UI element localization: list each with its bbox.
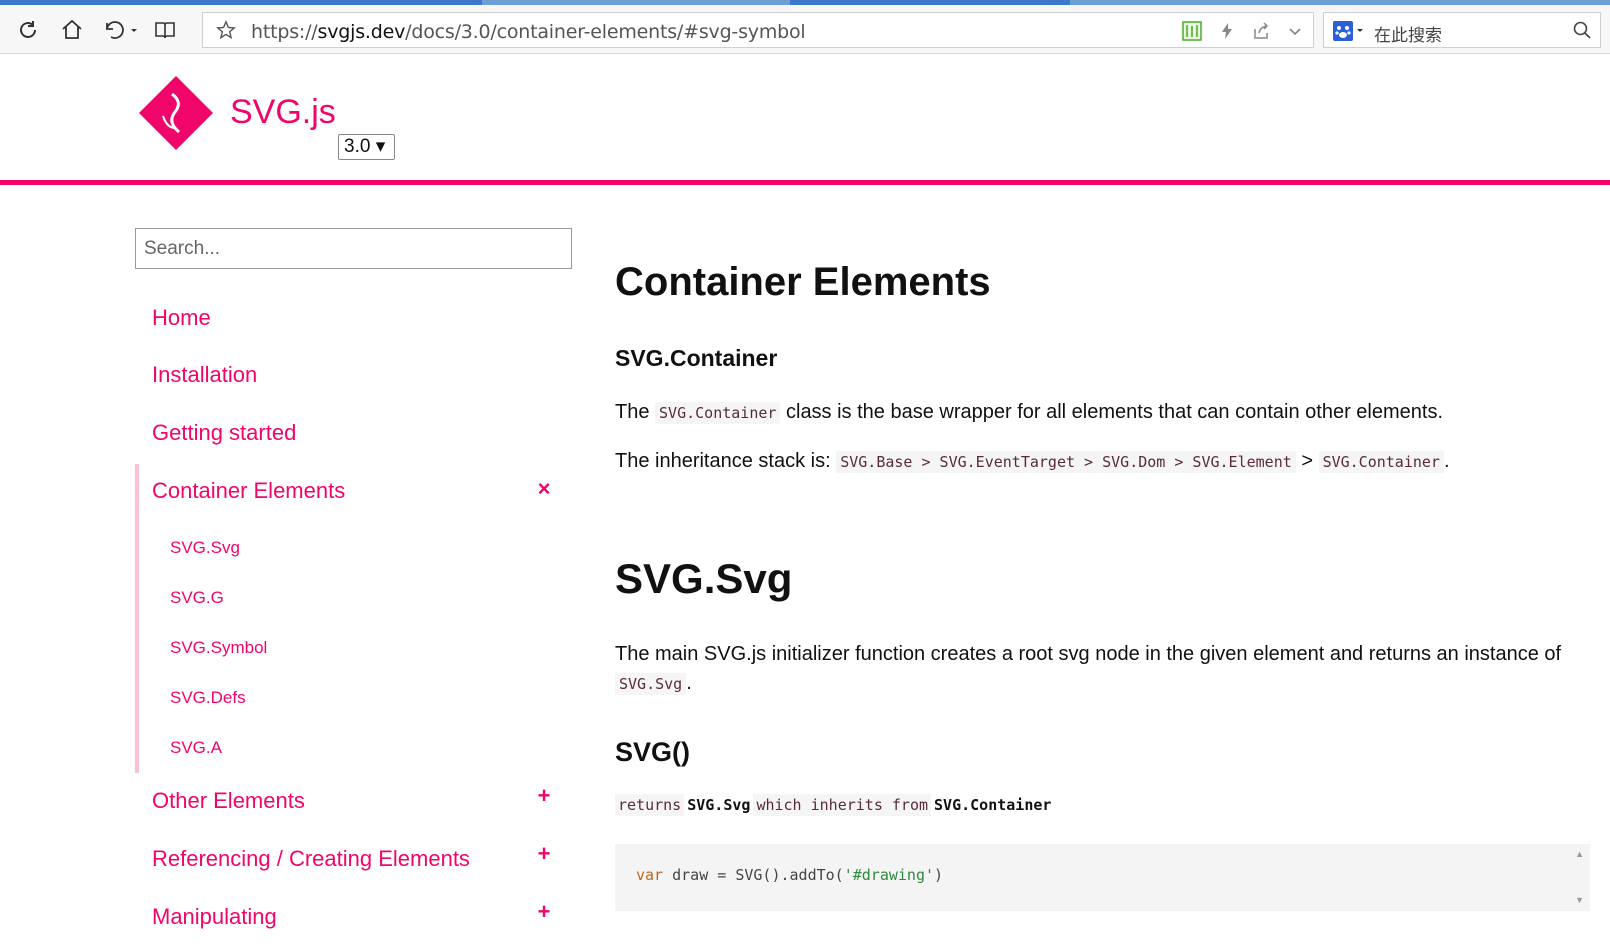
refresh-icon[interactable] <box>15 17 41 43</box>
collapse-close-icon[interactable]: × <box>534 478 554 500</box>
active-section-indicator <box>135 464 139 773</box>
paragraph-container-description: The SVG.Container class is the base wrap… <box>615 401 1444 424</box>
flash-icon[interactable] <box>1217 21 1237 46</box>
svgjs-logo-icon[interactable] <box>139 76 213 150</box>
sidebar-item-referencing-creating[interactable]: Referencing / Creating Elements <box>152 846 470 872</box>
expand-plus-icon[interactable]: + <box>534 843 554 865</box>
browser-search-box[interactable]: 在此搜索 <box>1323 12 1601 48</box>
reading-list-icon[interactable] <box>152 17 178 43</box>
paragraph-svg-intro-end: SVG.Svg. <box>615 672 692 695</box>
sidebar-item-container-elements[interactable]: Container Elements <box>152 478 345 504</box>
bookmark-star-icon[interactable] <box>215 19 237 46</box>
scroll-up-icon[interactable]: ▲ <box>1575 849 1584 859</box>
chevron-down-icon[interactable] <box>1285 21 1305 46</box>
docs-search-field[interactable] <box>135 228 572 269</box>
version-select[interactable]: 3.0 ▾ <box>338 134 395 160</box>
site-header: SVG.js 3.0 ▾ <box>0 55 1610 185</box>
url-text[interactable]: https://svgjs.dev/docs/3.0/container-ele… <box>251 21 806 43</box>
browser-search-placeholder: 在此搜索 <box>1374 26 1442 46</box>
reader-mode-icon[interactable] <box>1181 20 1203 47</box>
search-engine-icon[interactable] <box>1332 20 1368 47</box>
section-heading-container: SVG.Container <box>615 345 778 371</box>
sidebar-subitem-svg-defs[interactable]: SVG.Defs <box>170 688 246 708</box>
section-heading-svg-fn: SVG() <box>615 737 691 767</box>
browser-toolbar: https://svgjs.dev/docs/3.0/container-ele… <box>0 5 1610 54</box>
sidebar-subitem-svg-symbol[interactable]: SVG.Symbol <box>170 638 267 658</box>
docs-search-input[interactable] <box>136 229 571 268</box>
expand-plus-icon[interactable]: + <box>534 785 554 807</box>
share-icon[interactable] <box>1251 21 1271 46</box>
returns-signature: returns SVG.Svg which inherits from SVG.Con… <box>615 794 1054 816</box>
sidebar-subitem-svg-a[interactable]: SVG.A <box>170 738 222 758</box>
scroll-down-icon[interactable]: ▼ <box>1575 895 1584 905</box>
brand-name[interactable]: SVG.js <box>230 93 336 132</box>
sidebar-subitem-svg-g[interactable]: SVG.G <box>170 588 224 608</box>
sidebar-item-getting-started[interactable]: Getting started <box>152 420 296 446</box>
page-title: Container Elements <box>615 260 991 304</box>
code-line: var draw = SVG().addTo('#drawing') <box>636 866 944 884</box>
search-icon[interactable] <box>1572 20 1592 45</box>
paragraph-inheritance: The inheritance stack is: SVG.Base > SVG… <box>615 450 1450 473</box>
paragraph-svg-intro: The main SVG.js initializer function cre… <box>615 643 1562 665</box>
expand-plus-icon[interactable]: + <box>534 901 554 923</box>
sidebar-item-other-elements[interactable]: Other Elements <box>152 788 305 814</box>
undo-close-tab-icon[interactable] <box>100 17 140 43</box>
sidebar-subitem-svg-svg[interactable]: SVG.Svg <box>170 538 240 558</box>
home-icon[interactable] <box>59 17 85 43</box>
sidebar-item-installation[interactable]: Installation <box>152 362 257 388</box>
section-heading-svg-svg: SVG.Svg <box>615 555 793 602</box>
sidebar-item-home[interactable]: Home <box>152 305 211 331</box>
address-bar[interactable]: https://svgjs.dev/docs/3.0/container-ele… <box>202 12 1314 48</box>
sidebar-item-manipulating[interactable]: Manipulating <box>152 904 277 930</box>
code-example[interactable]: var draw = SVG().addTo('#drawing') ▲ ▼ <box>615 844 1590 911</box>
